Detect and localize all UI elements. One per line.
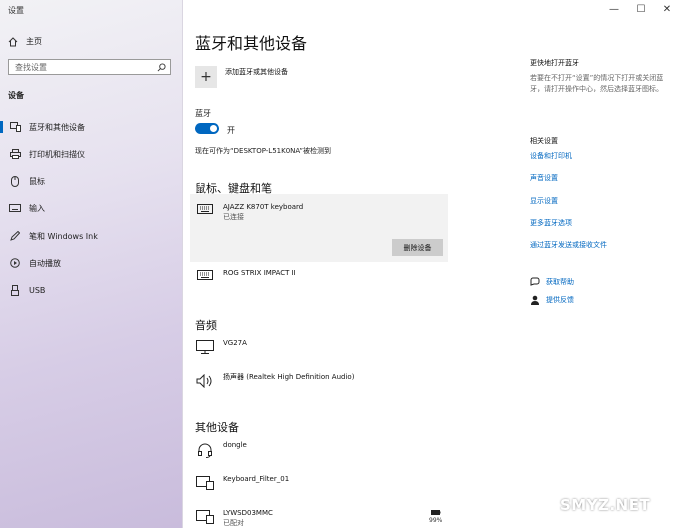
- generic-device-icon: [195, 476, 215, 490]
- device-name: Keyboard_Filter_01: [223, 475, 290, 483]
- printer-icon: [8, 149, 22, 159]
- battery-icon: [430, 510, 441, 515]
- page-title: 蓝牙和其他设备: [195, 34, 308, 53]
- add-device-row[interactable]: + 添加蓝牙或其他设备: [195, 66, 288, 88]
- minimize-button[interactable]: —: [601, 2, 627, 16]
- device-item[interactable]: 扬声器 (Realtek High Definition Audio): [195, 372, 354, 388]
- section-label-devices: 设备: [8, 91, 24, 100]
- watermark-text: SMYZ.NET: [560, 496, 651, 514]
- sidebar-item-label: USB: [29, 285, 46, 295]
- link-sound-settings[interactable]: 声音设置: [530, 173, 558, 183]
- feedback-link[interactable]: 提供反馈: [530, 295, 574, 305]
- pen-icon: [8, 231, 22, 241]
- link-display-settings[interactable]: 显示设置: [530, 196, 558, 206]
- monitor-icon: [195, 340, 215, 354]
- close-button[interactable]: ✕: [654, 2, 680, 16]
- device-name: AJAZZ K870T keyboard: [223, 203, 304, 211]
- app-title: 设置: [8, 6, 24, 15]
- sidebar-item-bluetooth[interactable]: 蓝牙和其他设备: [0, 116, 181, 138]
- sidebar-item-label: 鼠标: [29, 176, 45, 186]
- link-bluetooth-file-transfer[interactable]: 通过蓝牙发送或接收文件: [530, 240, 607, 250]
- device-status: 已连接: [223, 213, 244, 221]
- bluetooth-label: 蓝牙: [195, 109, 211, 118]
- sidebar-item-mouse[interactable]: 鼠标: [0, 170, 181, 192]
- group-title-audio: 音频: [195, 319, 217, 332]
- maximize-button[interactable]: ☐: [628, 2, 654, 16]
- toggle-state-label: 开: [227, 126, 235, 135]
- get-help-link[interactable]: 获取帮助: [530, 277, 574, 287]
- device-name: LYWSD03MMC: [223, 509, 273, 517]
- autoplay-icon: [8, 258, 22, 268]
- sidebar: 设置 主页 查找设置 设备 蓝牙和其他设备 打印机和扫描仪 鼠标 输入 笔和 W…: [0, 0, 183, 528]
- search-placeholder: 查找设置: [15, 62, 47, 72]
- toggle-knob: [210, 125, 217, 132]
- search-icon[interactable]: [157, 63, 166, 72]
- device-item[interactable]: LYWSD03MMC 已配对: [195, 508, 273, 528]
- search-input[interactable]: 查找设置: [8, 59, 171, 75]
- device-name: 扬声器 (Realtek High Definition Audio): [223, 373, 355, 381]
- sidebar-item-pen[interactable]: 笔和 Windows Ink: [0, 225, 181, 247]
- help-icon: [530, 277, 540, 286]
- keyboard-icon: [8, 204, 22, 212]
- battery-level: 99%: [429, 517, 443, 524]
- sidebar-item-label: 蓝牙和其他设备: [29, 122, 85, 132]
- add-device-label: 添加蓝牙或其他设备: [225, 68, 288, 76]
- related-settings-title: 相关设置: [530, 137, 558, 145]
- keyboard-icon: [195, 204, 215, 214]
- sidebar-item-usb[interactable]: USB: [0, 279, 181, 301]
- speaker-icon: [195, 374, 215, 388]
- headset-icon: [195, 442, 215, 458]
- generic-device-icon: [195, 510, 215, 524]
- feedback-icon: [531, 295, 539, 305]
- settings-window: 设置 主页 查找设置 设备 蓝牙和其他设备 打印机和扫描仪 鼠标 输入 笔和 W…: [0, 0, 680, 528]
- feedback-label: 提供反馈: [546, 296, 574, 304]
- link-devices-printers[interactable]: 设备和打印机: [530, 151, 572, 161]
- keyboard-icon: [195, 270, 215, 280]
- mouse-icon: [8, 175, 22, 187]
- battery-indicator: 99%: [429, 510, 442, 524]
- get-help-label: 获取帮助: [546, 278, 574, 286]
- home-nav[interactable]: 主页: [8, 36, 42, 47]
- plus-icon: +: [200, 69, 212, 85]
- device-item[interactable]: Keyboard_Filter_01: [195, 474, 289, 490]
- remove-device-button[interactable]: 删除设备: [392, 239, 443, 256]
- sidebar-item-label: 打印机和扫描仪: [29, 149, 85, 159]
- sidebar-item-printers[interactable]: 打印机和扫描仪: [0, 143, 181, 165]
- bluetooth-devices-icon: [8, 122, 22, 132]
- sidebar-item-autoplay[interactable]: 自动播放: [0, 252, 181, 274]
- device-name: ROG STRIX IMPACT II: [223, 269, 296, 277]
- device-name: VG27A: [223, 339, 247, 347]
- discoverable-text: 现在可作为“DESKTOP-L51K0NA”被检测到: [195, 147, 331, 155]
- sidebar-item-label: 自动播放: [29, 258, 61, 268]
- home-icon: [8, 36, 18, 46]
- quick-open-desc: 若要在不打开“设置”的情况下打开或关闭蓝牙，请打开操作中心，然后选择蓝牙图标。: [530, 74, 664, 93]
- group-title-other: 其他设备: [195, 421, 239, 434]
- sidebar-item-label: 输入: [29, 203, 45, 213]
- device-status: 已配对: [223, 519, 244, 527]
- device-item[interactable]: VG27A: [195, 338, 247, 354]
- sidebar-item-label: 笔和 Windows Ink: [29, 231, 98, 241]
- add-device-button[interactable]: +: [195, 66, 217, 88]
- usb-icon: [8, 284, 22, 296]
- device-name: dongle: [223, 441, 247, 449]
- bluetooth-toggle[interactable]: [195, 123, 219, 134]
- device-item[interactable]: AJAZZ K870T keyboard 已连接: [195, 202, 303, 222]
- home-label: 主页: [26, 37, 42, 46]
- device-item[interactable]: dongle: [195, 440, 247, 458]
- link-more-bluetooth[interactable]: 更多蓝牙选项: [530, 218, 572, 228]
- device-item[interactable]: ROG STRIX IMPACT II: [195, 268, 296, 280]
- sidebar-item-typing[interactable]: 输入: [0, 197, 181, 219]
- quick-open-title: 更快地打开蓝牙: [530, 59, 579, 67]
